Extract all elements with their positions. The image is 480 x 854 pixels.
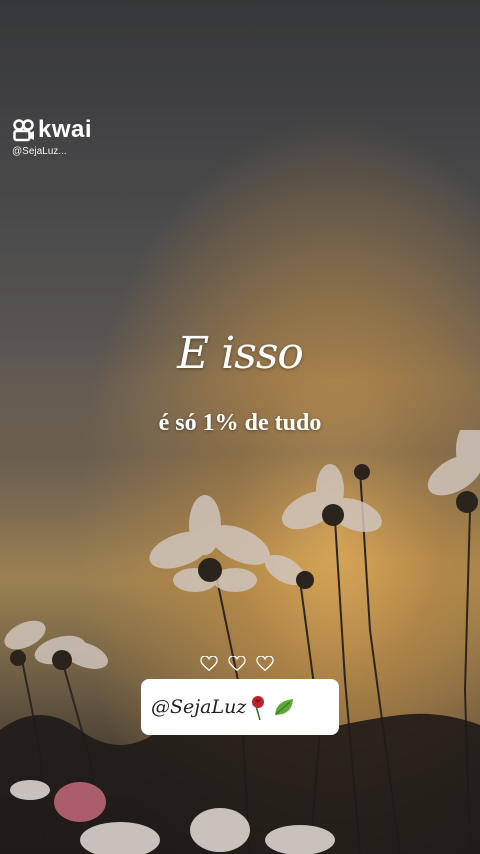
- handle-tag-text: @SejaLuz: [151, 696, 247, 718]
- watermark-handle: @SejaLuz...: [12, 146, 67, 157]
- quote-subtitle: é só 1% de tudo: [158, 410, 322, 436]
- flower-field-silhouette: [0, 430, 480, 854]
- tag-emojis: [250, 694, 296, 720]
- heart-icon: [256, 656, 274, 672]
- rose-icon: [252, 696, 265, 720]
- leaf-icon: [275, 699, 294, 715]
- quote-title: E isso: [177, 328, 304, 379]
- handle-tag[interactable]: @SejaLuz: [141, 679, 339, 735]
- kwai-brand-text: kwai: [38, 116, 93, 143]
- hearts-row: [200, 656, 274, 672]
- heart-icon: [200, 656, 218, 672]
- heart-icon: [228, 656, 246, 672]
- kwai-watermark: kwai: [12, 118, 92, 142]
- kwai-logo-icon: [13, 119, 34, 142]
